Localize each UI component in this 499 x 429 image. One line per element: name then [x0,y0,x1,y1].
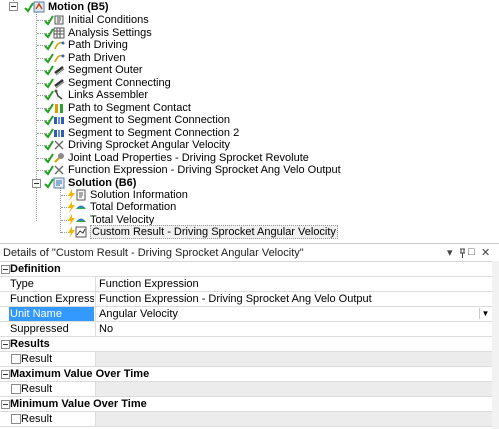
tree-item-label: Custom Result - Driving Sprocket Angular… [90,225,338,239]
tree-item[interactable]: Solution Information [66,189,486,201]
collapse-solution-toggle[interactable] [32,179,41,188]
tree-item[interactable]: Segment Connecting [44,77,484,89]
tree-item-label: Segment to Segment Connection 2 [68,127,240,139]
property-value: Function Expression [95,277,492,291]
section-title: Minimum Value Over Time [10,398,147,410]
section-maximum-value-over-time[interactable]: Maximum Value Over Time [0,367,492,382]
property-label: Suppressed [10,323,69,335]
links-assembler-icon [54,89,63,100]
path-icon [54,41,65,50]
property-value: Function Expression - Driving Sprocket A… [95,292,492,306]
property-label: Result [21,353,53,365]
property-label: Function Expression [10,293,94,305]
tree-item[interactable]: Segment to Segment Connection 2 [44,127,484,139]
initial-conditions-icon [54,15,64,25]
tree-node-motion[interactable]: Motion (B5) [24,1,224,13]
tree-item[interactable]: Segment to Segment Connection [44,114,484,126]
tree-item-label: Solution Information [90,189,188,201]
property-value [95,382,492,396]
property-label: Result [21,383,53,395]
tree-item[interactable]: Segment Outer [44,64,484,76]
property-row-type[interactable]: Type Function Expression [0,277,492,292]
tree-item-label: Segment to Segment Connection [68,114,231,126]
section-title: Maximum Value Over Time [10,368,150,380]
tree-item[interactable]: Path Driven [44,52,484,64]
property-row-function-expression[interactable]: Function Expression Function Expression … [0,292,492,307]
section-results[interactable]: Results [0,337,492,352]
connection-icon [54,117,64,124]
velocity-icon [54,140,64,150]
motion-icon [33,1,45,13]
tree-item[interactable]: Analysis Settings [44,27,484,39]
unit-name-value: Angular Velocity [99,308,178,320]
details-title: Details of "Custom Result - Driving Spro… [3,247,304,259]
tree-node-solution[interactable]: Solution (B6) [44,177,244,189]
section-title: Definition [10,263,61,275]
property-row-result[interactable]: Result [0,382,492,397]
deformation-icon [76,205,86,209]
unit-name-select[interactable]: Angular Velocity ▼ [95,307,492,321]
property-row-suppressed[interactable]: Suppressed No [0,322,492,337]
outline-tree: Motion (B5) Initial Conditions Analysis … [0,0,499,242]
property-label: Unit Name [9,307,94,321]
tree-item-selected[interactable]: Custom Result - Driving Sprocket Angular… [66,225,486,239]
tree-node-label: Solution (B6) [68,177,137,189]
tree-item-label: Path Driving [68,39,128,51]
tree-connector [36,12,37,221]
property-value [95,352,492,366]
section-definition[interactable]: Definition [0,262,492,277]
segment-icon [54,66,65,76]
section-title: Results [10,338,50,350]
tree-node-label: Motion (B5) [48,1,109,13]
property-value: No [95,322,492,336]
tree-connector [60,187,61,233]
dropdown-arrow-icon[interactable]: ▼ [479,308,491,319]
close-button[interactable]: ✕ [481,246,490,259]
analysis-settings-icon [53,27,65,39]
tree-item-label: Driving Sprocket Angular Velocity [68,139,231,151]
tree-item[interactable]: Total Deformation [66,201,486,213]
function-icon [54,165,64,175]
tree-item[interactable]: Function Expression - Driving Sprocket A… [44,164,484,176]
connection-icon [54,130,64,137]
property-value [95,412,492,426]
tree-item-label: Initial Conditions [68,14,149,26]
tree-item-label: Path to Segment Contact [68,102,191,114]
property-row-result[interactable]: Result [0,352,492,367]
details-panel: Details of "Custom Result - Driving Spro… [0,243,499,429]
solution-information-icon [76,189,86,201]
tree-item-label: Joint Load Properties - Driving Sprocket… [68,152,309,164]
pin-icon[interactable] [459,248,466,258]
property-row-result[interactable]: Result [0,412,492,427]
section-minimum-value-over-time[interactable]: Minimum Value Over Time [0,397,492,412]
tree-item[interactable]: Driving Sprocket Angular Velocity [44,139,484,151]
tree-item[interactable]: Path to Segment Contact [44,102,484,114]
tree-item-label: Function Expression - Driving Sprocket A… [68,164,341,176]
tree-item-label: Total Deformation [90,201,177,213]
tree-item[interactable]: Links Assembler [44,89,484,101]
panel-menu-button[interactable]: ▾ [447,246,453,259]
tree-item-label: Path Driven [68,52,126,64]
tree-item[interactable]: Initial Conditions [44,14,484,26]
property-label: Result [21,413,53,425]
path-icon [54,54,65,63]
restore-button[interactable]: □ [468,246,475,258]
tree-item-label: Segment Outer [68,64,143,76]
tree-item-label: Segment Connecting [68,77,171,89]
details-title-bar: Details of "Custom Result - Driving Spro… [0,243,499,262]
property-row-unit-name[interactable]: Unit Name Angular Velocity ▼ [0,307,492,322]
tree-item-label: Links Assembler [68,89,149,101]
joint-load-icon [54,153,64,163]
collapse-root-toggle[interactable] [9,2,18,11]
property-label: Type [10,278,34,290]
custom-result-icon [75,226,87,238]
contact-icon [55,104,63,113]
segment-icon [54,79,65,89]
tree-item[interactable]: Path Driving [44,39,484,51]
velocity-result-icon [76,218,86,222]
tree-item-label: Analysis Settings [68,27,152,39]
solution-icon [53,177,65,189]
vertical-scrollbar[interactable] [492,261,499,429]
tree-item[interactable]: Joint Load Properties - Driving Sprocket… [44,152,484,164]
